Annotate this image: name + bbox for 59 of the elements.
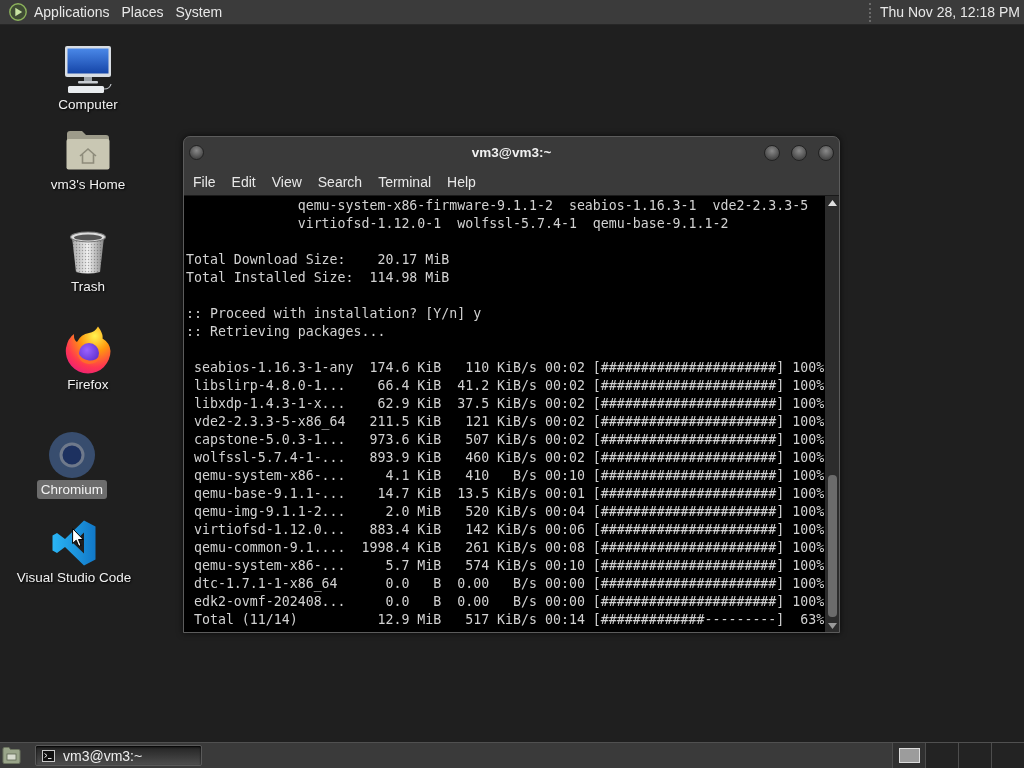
terminal-line: qemu-common-9.1.... 1998.4 KiB 261 KiB/s 00:08 [######################] 100% [194,540,825,555]
menu-item[interactable]: Edit [223,169,264,194]
terminal-line: qemu-system-x86-... 4.1 KiB 410 B/s 00:10 [######################] 100% [194,468,825,483]
terminal-line: seabios-1.16.3-1-any 174.6 KiB 110 KiB/s 00:02 [######################] 100% [194,360,825,375]
scrollbar-thumb[interactable] [827,475,837,617]
terminal-line: edk2-ovmf-202408... 0.0 B 0.00 B/s 00:00 [######################] 100% [194,594,825,609]
icon-label[interactable]: vm3's Home [47,176,129,193]
icon-label[interactable]: Computer [55,96,121,113]
terminal-line: :: Retrieving packages... [186,324,386,339]
scroll-up-arrow-icon[interactable] [827,200,837,206]
icon-label[interactable]: Firefox [64,376,112,393]
home-folder-icon[interactable] [66,130,110,170]
scrollbar-track[interactable] [825,196,839,632]
mouse-pointer-icon [72,528,84,547]
panel-logo-icon[interactable] [9,3,27,21]
panel-menu[interactable]: Places [115,0,170,24]
panel-menu[interactable]: System [169,0,229,24]
panel-clock[interactable]: Thu Nov 28, 12:18 PM [868,2,1024,22]
window-title: vm3@vm3:~ [471,145,552,160]
terminal-line: libxdp-1.4.3-1-x... 62.9 KiB 37.5 KiB/s 00:02 [######################] 100% [194,396,825,411]
ring-icon[interactable] [48,432,96,478]
terminal-line: :: Proceed with installation? [Y/n] y [186,306,482,321]
icon-label[interactable]: Visual Studio Code [13,569,135,586]
terminal-line: capstone-5.0.3-1... 973.6 KiB 507 KiB/s 00:02 [######################] 100% [194,432,825,447]
terminal-line: qemu-img-9.1.1-2... 2.0 MiB 520 KiB/s 00:04 [######################] 100% [194,504,825,519]
terminal-line: Total (11/14) 12.9 MiB 517 KiB/s 00:14 [#############---------] 63% [194,612,825,627]
terminal-line: Total Installed Size: 114.98 MiB [186,270,450,285]
window-menu-button[interactable] [189,145,204,160]
workspace-button[interactable] [892,743,925,768]
terminal-line: virtiofsd-1.12.0... 883.4 KiB 142 KiB/s 00:06 [######################] 100% [194,522,825,537]
terminal-line: libslirp-4.8.0-1... 66.4 KiB 41.2 KiB/s 00:02 [######################] 100% [194,378,825,393]
taskbar-button[interactable]: vm3@vm3:~ [35,745,202,766]
terminal-line: wolfssl-5.7.4-1-... 893.9 KiB 460 KiB/s 00:02 [######################] 100% [194,450,825,465]
panel-menu[interactable]: Applications [27,0,116,24]
ribbon-icon[interactable] [52,520,96,566]
scroll-down-arrow-icon[interactable] [827,623,837,629]
terminal-line: qemu-system-x86-firmware-9.1.1-2 seabios-1.16.3-1 vde2-2.3.3-5 [297,198,809,213]
terminal-line: dtc-1.7.1-1-x86_64 0.0 B 0.00 B/s 00:00 [######################] 100% [194,576,825,591]
flame-globe-icon[interactable] [65,326,111,374]
terminal-line: Total Download Size: 20.17 MiB [186,252,450,267]
show-desktop-icon[interactable] [2,746,21,765]
terminal-line: qemu-system-x86-... 5.7 MiB 574 KiB/s 00:10 [######################] 100% [194,558,825,573]
terminal-line: vde2-2.3.3-5-x86_64 211.5 KiB 121 KiB/s 00:02 [######################] 100% [194,414,825,429]
icon-label[interactable]: Chromium [36,480,108,499]
menu-item[interactable]: Search [309,169,371,194]
terminal-icon [42,749,55,762]
icon-label[interactable]: Trash [68,278,108,295]
close-button[interactable] [818,144,834,161]
terminal-line: virtiofsd-1.12.0-1 wolfssl-5.7.4-1 qemu-base-9.1.1-2 [297,216,729,231]
menu-item[interactable]: Help [439,169,484,194]
menu-item[interactable]: File [185,169,224,194]
window-miniature-icon [898,748,920,763]
trash-can-icon[interactable] [69,230,107,274]
monitor-icon[interactable] [64,46,112,94]
terminal-line: qemu-base-9.1.1-... 14.7 KiB 13.5 KiB/s 00:01 [######################] 100% [194,486,825,501]
menu-item[interactable]: View [263,169,310,194]
minimize-button[interactable] [764,144,780,161]
menu-item[interactable]: Terminal [370,169,440,194]
maximize-button[interactable] [791,144,807,161]
